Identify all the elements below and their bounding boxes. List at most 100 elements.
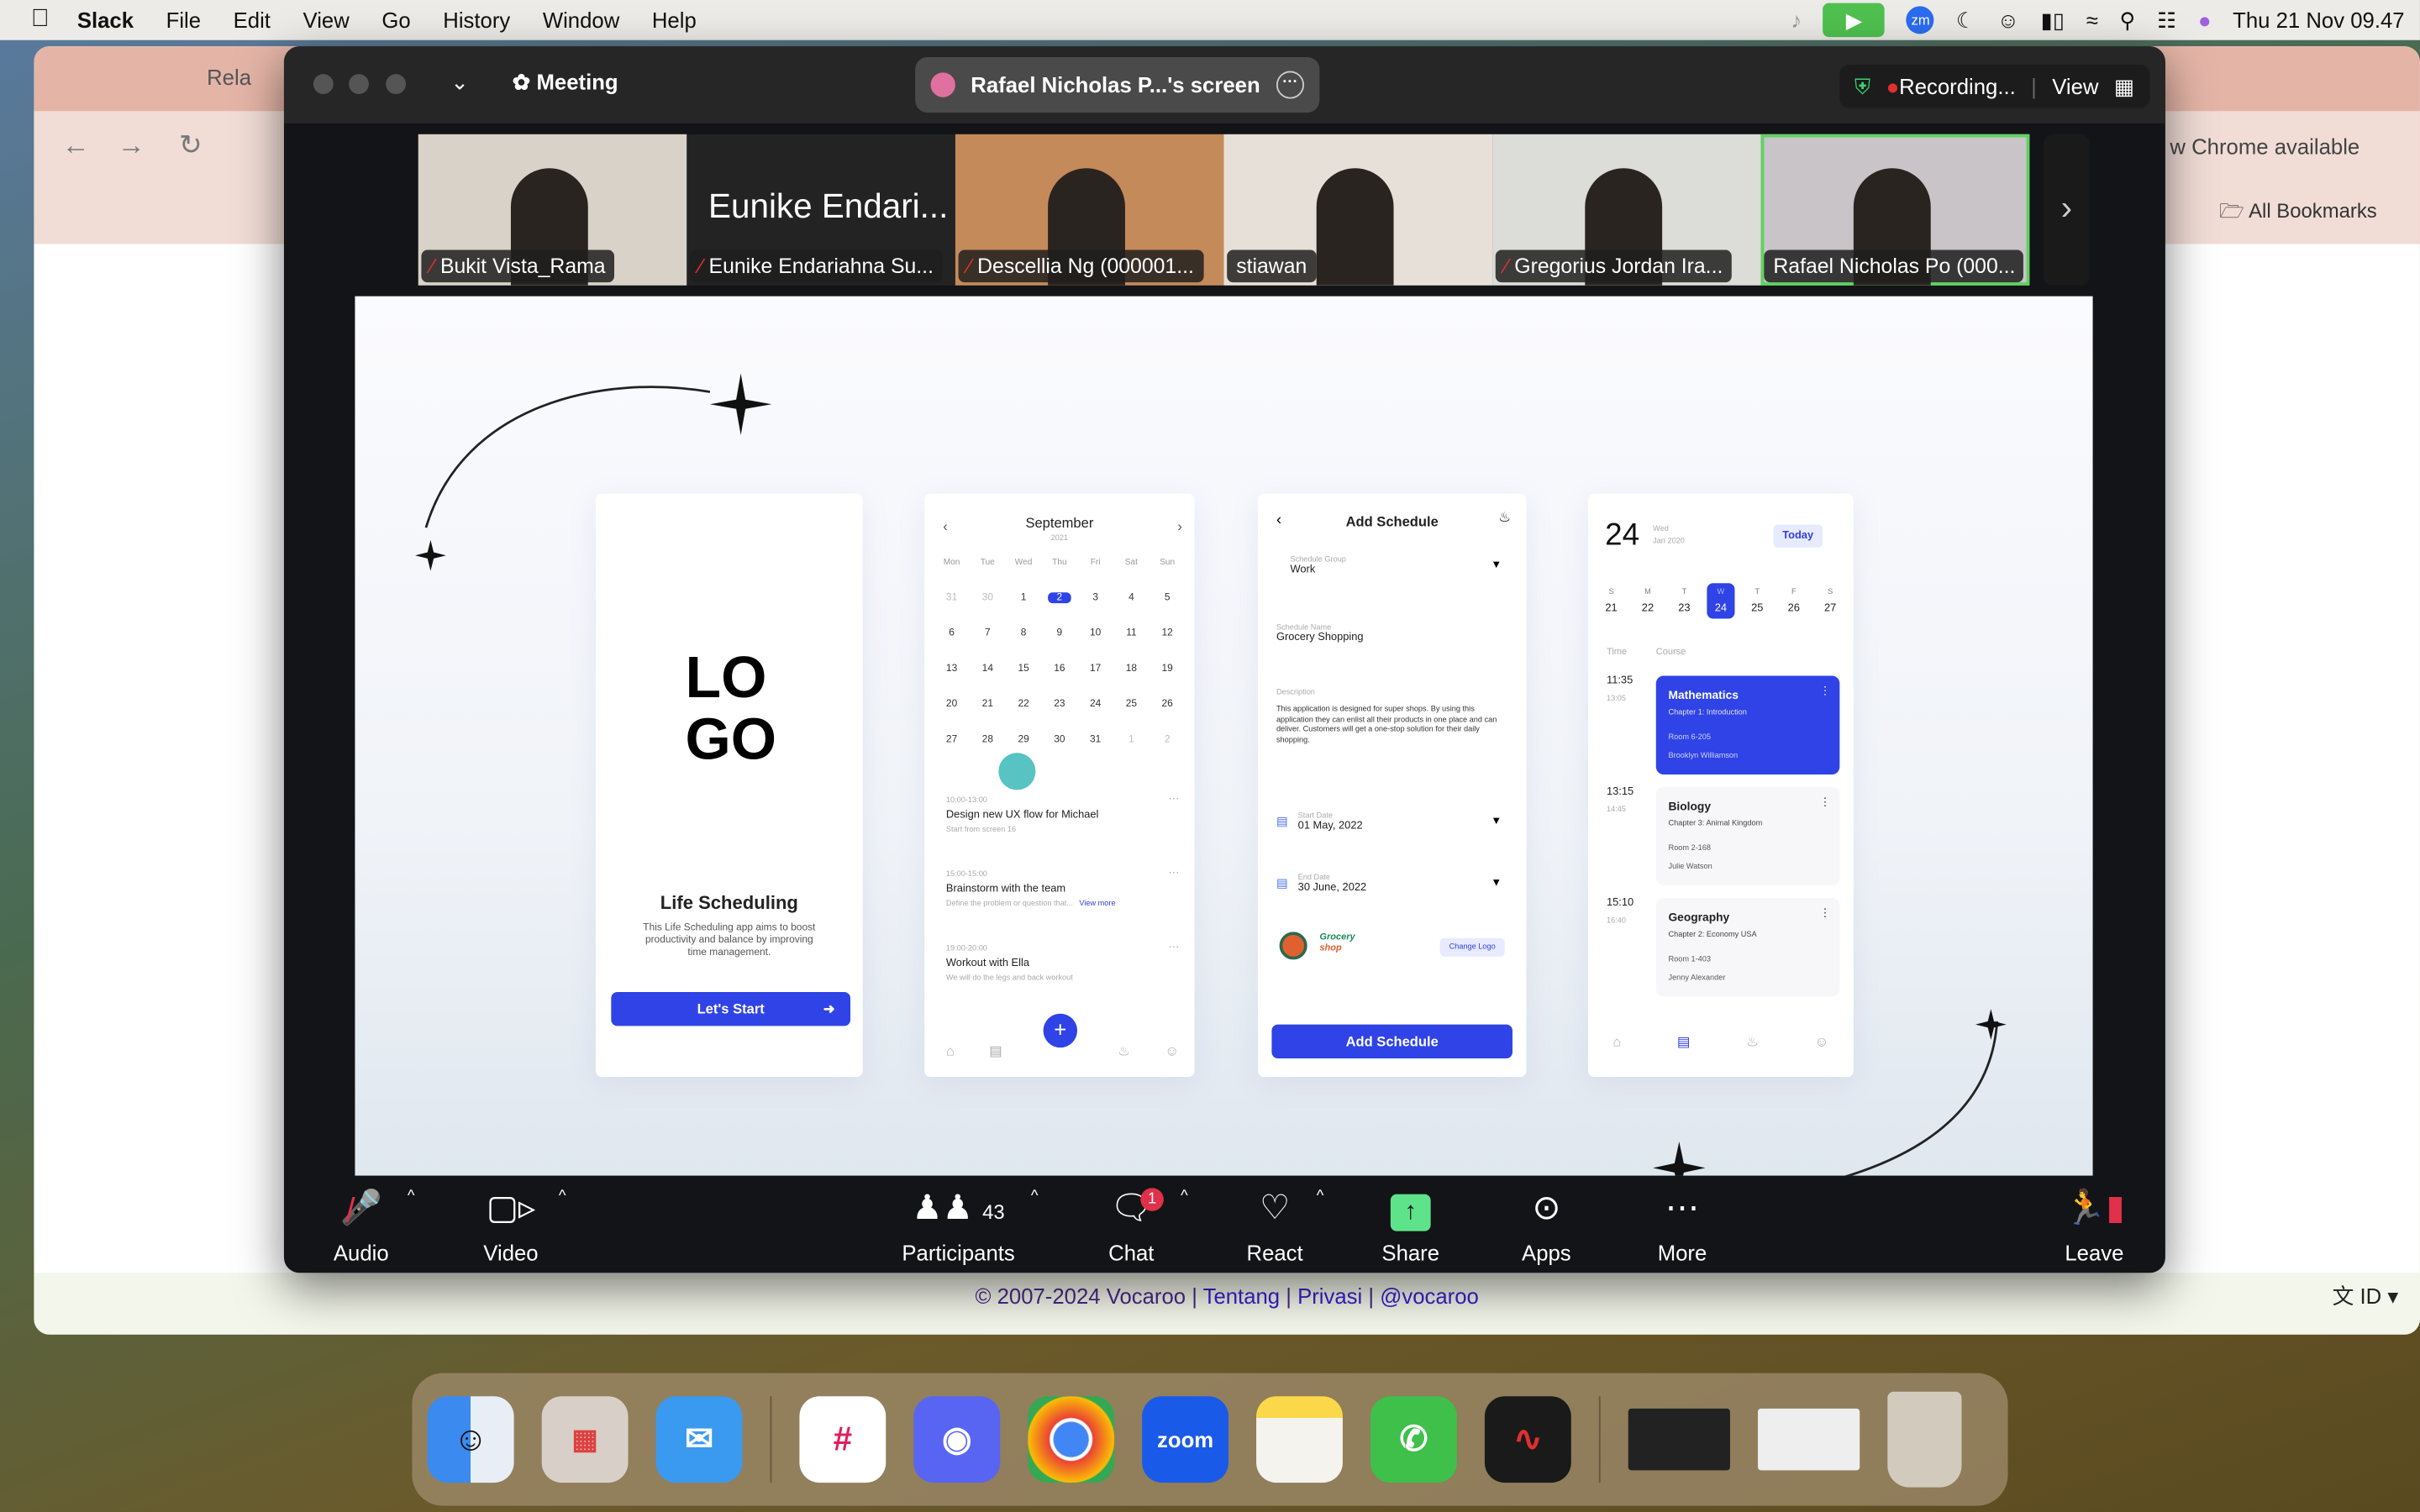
calendar-day[interactable]: 1: [1006, 592, 1042, 603]
dock-discord[interactable]: ◉: [913, 1396, 1001, 1483]
event-item[interactable]: 10:00-13:00 Design new UX flow for Michae…: [946, 793, 1179, 870]
audio-options-caret[interactable]: ^: [408, 1188, 415, 1205]
calendar-day[interactable]: 14: [970, 664, 1006, 675]
siri-icon[interactable]: ●: [2198, 8, 2212, 32]
course-menu-icon[interactable]: ⋮: [1819, 685, 1830, 697]
participants-caret[interactable]: ^: [1031, 1188, 1039, 1205]
participant-tile[interactable]: ∕ Descellia Ng (000001...: [955, 134, 1224, 286]
screen-share-indicator[interactable]: Rafael Nicholas P...'s screen ···: [915, 56, 1320, 113]
event-item[interactable]: 15:00-15:00 Brainstorm with the team Defin…: [946, 869, 1179, 944]
all-bookmarks[interactable]: 🗁 All Bookmarks: [2219, 197, 2377, 231]
maximize-button[interactable]: [386, 74, 407, 95]
calendar-day[interactable]: 24: [1077, 699, 1113, 710]
week-day[interactable]: T 23: [1670, 583, 1698, 618]
dock-notes[interactable]: [1256, 1396, 1343, 1483]
menu-go[interactable]: Go: [381, 8, 410, 32]
calendar-day[interactable]: 3: [1077, 592, 1113, 603]
course-card[interactable]: Mathematics Chapter 1: Introduction Room 6…: [1655, 675, 1840, 775]
participant-tile[interactable]: ∕ Gregorius Jordan Ira...: [1492, 134, 1761, 286]
link-tentang[interactable]: Tentang: [1203, 1284, 1281, 1308]
back-icon[interactable]: ←: [61, 129, 89, 162]
apps-button[interactable]: ⊙ Apps: [1485, 1185, 1608, 1265]
dock-trash[interactable]: [1887, 1391, 1962, 1488]
share-button[interactable]: ↑ Share: [1349, 1185, 1472, 1265]
calendar-day[interactable]: 27: [934, 734, 970, 745]
more-options-icon[interactable]: ···: [1276, 71, 1305, 99]
calendar-day[interactable]: 13: [934, 664, 970, 675]
view-more-link[interactable]: View more: [1079, 900, 1115, 909]
calendar-day[interactable]: 12: [1150, 628, 1186, 639]
leave-button[interactable]: 🏃▮ Leave: [2033, 1185, 2156, 1265]
participants-button[interactable]: ♟♟ 43 Participants: [897, 1185, 1020, 1265]
dock-finder[interactable]: ☺: [427, 1396, 514, 1483]
link-privasi[interactable]: Privasi: [1297, 1284, 1362, 1308]
menu-window[interactable]: Window: [543, 8, 619, 32]
more-button[interactable]: ⋯ More: [1621, 1185, 1744, 1265]
dock-zoom[interactable]: zoom: [1142, 1396, 1229, 1483]
calendar-day[interactable]: 23: [1041, 699, 1077, 710]
dock-launchpad[interactable]: ▦: [541, 1396, 629, 1483]
course-card[interactable]: Geography Chapter 2: Economy USA Room 1-40…: [1655, 897, 1840, 997]
calendar-icon[interactable]: ▤: [989, 1043, 1002, 1060]
bell-icon[interactable]: ♨: [1118, 1043, 1130, 1060]
schedule-name-field[interactable]: Schedule Name Grocery Shopping: [1276, 623, 1508, 643]
video-button[interactable]: ▢▹ Video: [449, 1185, 572, 1265]
calendar-day[interactable]: 2: [1150, 734, 1186, 745]
menu-file[interactable]: File: [166, 8, 201, 32]
calendar-day[interactable]: 28: [970, 734, 1006, 745]
menu-help[interactable]: Help: [652, 8, 697, 32]
wifi-icon[interactable]: ≈: [2086, 8, 2098, 32]
week-day[interactable]: F 26: [1780, 583, 1807, 618]
change-logo-button[interactable]: Change Logo: [1439, 937, 1505, 957]
calendar-day[interactable]: 29: [1006, 734, 1042, 745]
minimize-button[interactable]: [349, 74, 369, 95]
calendar-day[interactable]: 31: [934, 592, 970, 603]
calendar-day[interactable]: 7: [970, 628, 1006, 639]
language-select[interactable]: 文 ID ▾: [2333, 1273, 2399, 1319]
participant-tile[interactable]: Eunike Endari... ∕ Eunike Endariahna Su...: [687, 134, 955, 286]
week-day[interactable]: M 22: [1634, 583, 1661, 618]
recording-indicator[interactable]: ⛨ ●Recording... | View ▦: [1839, 65, 2150, 108]
camera-in-use-icon[interactable]: ▶: [1823, 3, 1886, 38]
dock-mail[interactable]: ✉: [655, 1396, 743, 1483]
participant-tile[interactable]: Rafael Nicholas Po (000...: [1760, 134, 2030, 286]
menu-view[interactable]: View: [303, 8, 350, 32]
dock-whatsapp[interactable]: ✆: [1370, 1396, 1457, 1483]
profile-icon[interactable]: ☺: [1815, 1034, 1829, 1051]
menu-edit[interactable]: Edit: [234, 8, 271, 32]
dock-slack[interactable]: #: [799, 1396, 886, 1483]
description-field[interactable]: Description This application is designed …: [1276, 688, 1508, 745]
apple-icon[interactable]: : [31, 6, 50, 34]
event-item[interactable]: 19:00-20:00 Workout with Ella We will do t…: [946, 941, 1179, 1018]
week-day[interactable]: W 24: [1707, 583, 1735, 619]
participant-tile[interactable]: ∕ Bukit Vista_Rama: [418, 134, 687, 286]
bell-icon[interactable]: ♨: [1746, 1034, 1759, 1051]
control-center-icon[interactable]: ☷: [2157, 7, 2176, 33]
home-icon[interactable]: ⌂: [946, 1043, 955, 1060]
calendar-day[interactable]: 18: [1113, 664, 1150, 675]
forward-icon[interactable]: →: [118, 129, 145, 162]
profile-icon[interactable]: ☺: [1165, 1043, 1179, 1060]
audio-button[interactable]: 🎤 / Audio: [299, 1185, 423, 1265]
week-day[interactable]: S 21: [1597, 583, 1625, 618]
dock-voice-memos[interactable]: ∿: [1484, 1396, 1571, 1483]
calendar-day[interactable]: 8: [1006, 628, 1042, 639]
calendar-day[interactable]: 10: [1077, 628, 1113, 639]
calendar-day[interactable]: 11: [1113, 628, 1150, 639]
browser-tab[interactable]: Rela: [207, 65, 251, 89]
battery-icon[interactable]: ▮▯: [2041, 7, 2065, 33]
calendar-day[interactable]: 6: [934, 628, 970, 639]
event-menu-icon[interactable]: ⋯: [1168, 793, 1179, 806]
event-menu-icon[interactable]: ⋯: [1168, 941, 1179, 953]
user-icon[interactable]: ☺: [1997, 8, 2019, 32]
home-icon[interactable]: ⌂: [1612, 1034, 1621, 1051]
calendar-day[interactable]: 25: [1113, 699, 1150, 710]
calendar-day[interactable]: 1: [1113, 734, 1150, 745]
video-options-caret[interactable]: ^: [559, 1188, 566, 1205]
dock-minimized-window-1[interactable]: [1628, 1408, 1730, 1471]
dock-chrome[interactable]: [1028, 1396, 1115, 1483]
chrome-update-notice[interactable]: w Chrome available: [2170, 134, 2360, 159]
link-vocaroo[interactable]: @vocaroo: [1380, 1284, 1479, 1308]
chevron-right-icon[interactable]: ›: [2043, 134, 2090, 286]
view-button[interactable]: View: [2052, 74, 2098, 98]
